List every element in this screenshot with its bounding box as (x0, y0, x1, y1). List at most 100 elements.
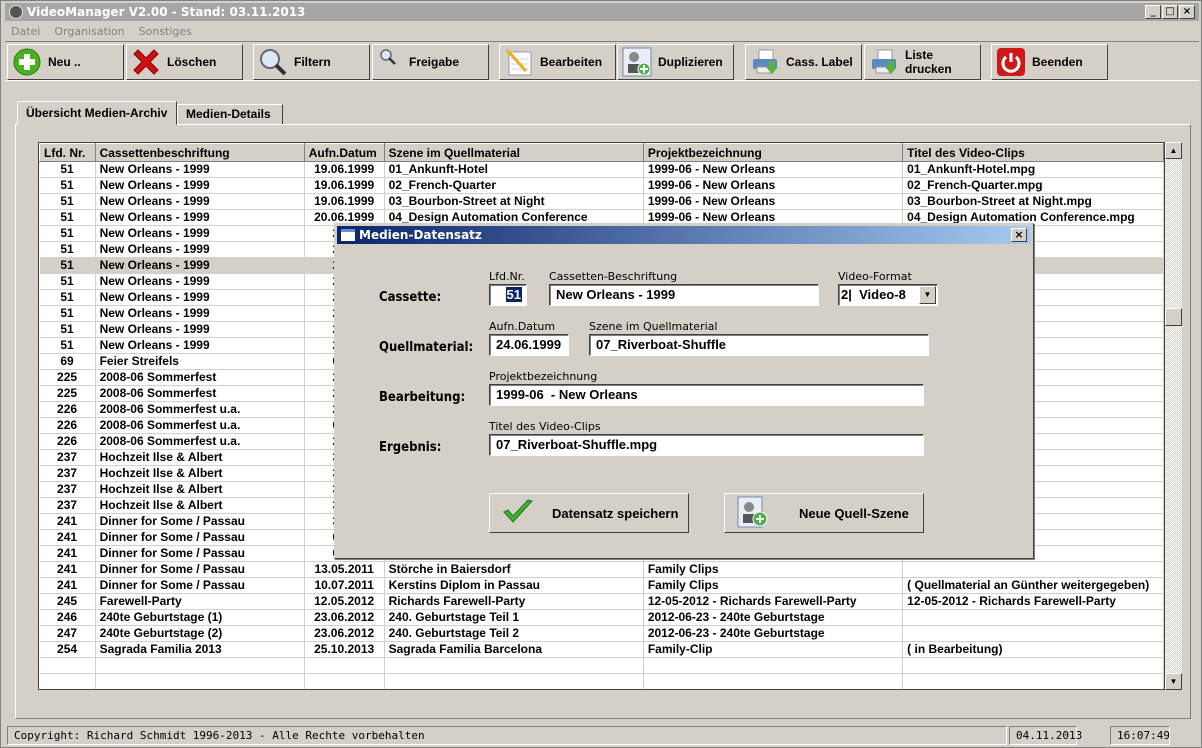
maximize-button[interactable]: □ (1162, 5, 1178, 19)
app-icon (9, 5, 23, 19)
table-vertical-scrollbar[interactable]: ▲ ▼ (1165, 142, 1182, 690)
scene-input[interactable]: 07_Riverboat-Shuffle (589, 334, 929, 356)
cell-lfd-nr: 51 (39, 209, 96, 226)
cell-title (902, 673, 1164, 689)
tab-media-details[interactable]: Medien-Details (177, 104, 283, 125)
cell-date (304, 673, 385, 689)
table-row[interactable] (39, 673, 1164, 689)
cell-scene: Störche in Baiersdorf (384, 561, 644, 578)
cell-lfd-nr: 241 (39, 561, 96, 578)
column-header-date[interactable]: Aufn.Datum (303, 143, 385, 162)
duplicate-button[interactable]: Duplizieren (617, 44, 734, 80)
release-button[interactable]: Freigabe (372, 44, 489, 80)
cassette-label-input[interactable]: New Orleans - 1999 (549, 284, 819, 306)
table-row[interactable]: 241 Dinner for Some / Passau 13.05.2011 Stö… (39, 561, 1164, 578)
add-icon (12, 47, 42, 77)
video-format-select[interactable]: 2| Video-8 ▼ (838, 284, 938, 306)
filter-button[interactable]: Filtern (253, 44, 370, 80)
edit-notepad-icon (504, 47, 534, 77)
label-result: Ergebnis: (379, 440, 442, 455)
tab-overview[interactable]: Übersicht Medien-Archiv (17, 101, 177, 125)
cell-cassette: New Orleans - 1999 (95, 273, 305, 290)
cell-lfd-nr: 226 (39, 433, 96, 450)
table-row[interactable]: 254 Sagrada Familia 2013 25.10.2013 Sagrada… (39, 641, 1164, 658)
cell-scene: 240. Geburtstage Teil 1 (384, 609, 644, 626)
chevron-down-icon[interactable]: ▼ (919, 286, 936, 304)
cell-lfd-nr (39, 673, 96, 689)
duplicate-user-icon (622, 47, 652, 77)
cell-cassette (95, 673, 305, 689)
menu-organisation[interactable]: Organisation (54, 23, 124, 41)
cell-cassette: Dinner for Some / Passau (95, 513, 305, 530)
cell-lfd-nr: 225 (39, 369, 96, 386)
cell-cassette: Dinner for Some / Passau (95, 561, 305, 578)
scroll-thumb[interactable] (1165, 308, 1182, 326)
cell-title: 02_French-Quarter.mpg (902, 177, 1164, 194)
exit-button[interactable]: Beenden (991, 44, 1108, 80)
cell-lfd-nr: 245 (39, 593, 96, 610)
close-button[interactable]: × (1179, 5, 1195, 19)
menu-datei[interactable]: Datei (11, 23, 40, 41)
cell-title: 12-05-2012 - Richards Farewell-Party (902, 593, 1164, 610)
column-header-title[interactable]: Titel des Video-Clips (902, 143, 1164, 162)
table-row[interactable]: 51 New Orleans - 1999 19.06.1999 02_French-… (39, 177, 1164, 194)
cell-cassette: New Orleans - 1999 (95, 321, 305, 338)
table-row[interactable]: 247 240te Geburtstage (2) 23.06.2012 240. G… (39, 625, 1164, 642)
cell-scene: 240. Geburtstage Teil 2 (384, 625, 644, 642)
main-window: VideoManager V2.00 - Stand: 03.11.2013 _… (0, 0, 1202, 748)
cell-lfd-nr: 237 (39, 497, 96, 514)
cell-title: 03_Bourbon-Street at Night.mpg (902, 193, 1164, 210)
cell-cassette: 2008-06 Sommerfest (95, 369, 305, 386)
print-list-button[interactable]: Liste drucken (864, 44, 981, 80)
cell-lfd-nr: 51 (39, 241, 96, 258)
table-row[interactable]: 241 Dinner for Some / Passau 10.07.2011 Ker… (39, 577, 1164, 594)
minimize-button[interactable]: _ (1145, 5, 1161, 19)
cell-cassette: 2008-06 Sommerfest (95, 385, 305, 402)
table-row[interactable]: 51 New Orleans - 1999 19.06.1999 03_Bourbon… (39, 193, 1164, 210)
cell-title: ( Quellmaterial an Günther weitergegeben… (902, 577, 1164, 594)
save-record-button[interactable]: Datensatz speichern (489, 493, 689, 533)
scroll-down-button[interactable]: ▼ (1165, 673, 1182, 690)
cell-date: 19.06.1999 (304, 193, 385, 210)
status-date: 04.11.2013 (1009, 726, 1082, 745)
cell-date: 13.05.2011 (304, 561, 385, 578)
delete-button[interactable]: Löschen (126, 44, 243, 80)
column-header-scene[interactable]: Szene im Quellmaterial (383, 143, 644, 162)
cell-cassette: 240te Geburtstage (1) (95, 609, 305, 626)
table-row[interactable]: 51 New Orleans - 1999 19.06.1999 01_Ankunft… (39, 161, 1164, 178)
cassette-label-button[interactable]: Cass. Label (745, 44, 862, 80)
cell-scene: 01_Ankunft-Hotel (384, 161, 644, 178)
cell-project: 2012-06-23 - 240te Geburtstage (643, 609, 904, 626)
scroll-up-button[interactable]: ▲ (1165, 142, 1182, 159)
menu-sonstiges[interactable]: Sonstiges (139, 23, 192, 41)
recording-date-input[interactable]: 24.06.1999 (489, 334, 569, 356)
cell-project (643, 673, 904, 689)
dialog-close-button[interactable]: × (1011, 228, 1027, 242)
print-list-icon (869, 47, 899, 77)
cell-cassette: New Orleans - 1999 (95, 161, 305, 178)
new-source-scene-button[interactable]: Neue Quell-Szene (724, 493, 924, 533)
column-header-cassette[interactable]: Cassettenbeschriftung (94, 143, 305, 162)
cell-project: Family-Clip (643, 641, 904, 658)
column-header-lfd-nr[interactable]: Lfd. Nr. (39, 143, 96, 162)
clip-title-input[interactable]: 07_Riverboat-Shuffle.mpg (489, 434, 924, 456)
toolbar: Neu .. Löschen Filtern Freigabe Bearbeit… (5, 41, 1199, 81)
column-header-project[interactable]: Projektbezeichnung (642, 143, 904, 162)
new-button[interactable]: Neu .. (7, 44, 124, 80)
cell-project: 12-05-2012 - Richards Farewell-Party (643, 593, 904, 610)
table-row[interactable]: 246 240te Geburtstage (1) 23.06.2012 240. G… (39, 609, 1164, 626)
cell-lfd-nr: 237 (39, 449, 96, 466)
cell-scene: Richards Farewell-Party (384, 593, 644, 610)
small-search-icon (377, 47, 403, 77)
cell-project: 2012-06-23 - 240te Geburtstage (643, 625, 904, 642)
edit-button[interactable]: Bearbeiten (499, 44, 616, 80)
table-row[interactable]: 245 Farewell-Party 12.05.2012 Richards Fare… (39, 593, 1164, 610)
project-input[interactable]: 1999-06 - New Orleans (489, 384, 924, 406)
cell-title (902, 657, 1164, 674)
label-cassette: Cassette: (379, 290, 442, 305)
cell-date: 23.06.2012 (304, 609, 385, 626)
print-label-icon (750, 47, 780, 77)
table-row[interactable] (39, 657, 1164, 674)
lfd-nr-input[interactable]: 51 (489, 284, 527, 306)
menu-bar: Datei Organisation Sonstiges (5, 23, 192, 41)
